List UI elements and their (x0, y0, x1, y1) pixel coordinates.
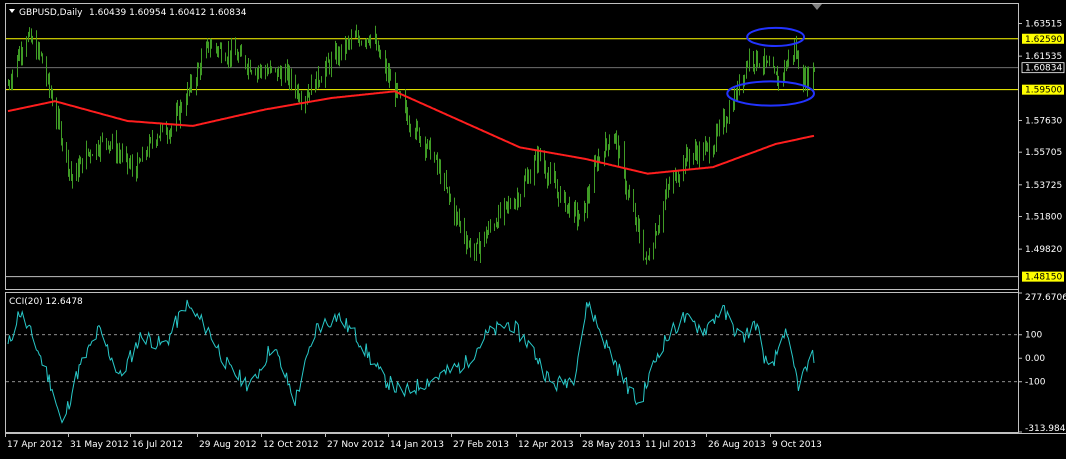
time-tick-label: 16 Jul 2012 (132, 440, 183, 450)
ohlc-values: 1.60439 1.60954 1.60412 1.60834 (89, 8, 247, 18)
price-tick-label: 1.57630 (1025, 116, 1062, 126)
cci-tick-label: -313.9847 (1025, 424, 1066, 434)
level-price-label: 1.48150 (1025, 273, 1062, 283)
time-tick-label: 17 Apr 2012 (7, 440, 63, 450)
time-tick-label: 14 Jan 2013 (390, 440, 444, 450)
current-price-label: 1.60834 (1025, 64, 1062, 74)
time-tick-label: 12 Oct 2012 (263, 440, 319, 450)
price-tick-label: 1.53725 (1025, 181, 1062, 191)
price-tick-label: 1.63515 (1025, 20, 1062, 30)
level-price-label: 1.59500 (1025, 86, 1062, 96)
cci-tick-label: 100 (1025, 331, 1042, 341)
price-tick-label: 1.49820 (1025, 245, 1062, 255)
time-tick-label: 12 Apr 2013 (518, 440, 574, 450)
time-tick-label: 9 Oct 2013 (772, 440, 822, 450)
cci-title: CCI(20) 12.6478 (9, 297, 83, 307)
symbol-title: GBPUSD,Daily (19, 8, 83, 18)
chart-canvas: 1.62590 1.59500 1.48150 1.60834 1.63515 1.61… (0, 0, 1066, 455)
cci-tick-label: -100 (1025, 378, 1046, 388)
chart-window: 1.62590 1.59500 1.48150 1.60834 1.63515 1.61… (0, 0, 1066, 455)
price-tick-label: 1.51800 (1025, 213, 1062, 223)
price-tick-label: 1.55705 (1025, 148, 1062, 158)
time-tick-label: 31 May 2012 (70, 440, 129, 450)
time-tick-label: 27 Feb 2013 (453, 440, 509, 450)
chart-background (0, 0, 1066, 455)
cci-tick-label: 277.6706 (1025, 293, 1066, 303)
level-price-label: 1.62590 (1025, 35, 1062, 45)
time-tick-label: 29 Aug 2012 (199, 440, 257, 450)
time-tick-label: 11 Jul 2013 (645, 440, 696, 450)
cci-tick-label: 0.00 (1025, 354, 1045, 364)
time-tick-label: 27 Nov 2012 (327, 440, 385, 450)
time-tick-label: 28 May 2013 (582, 440, 641, 450)
price-tick-label: 1.61535 (1025, 52, 1062, 62)
time-tick-label: 26 Aug 2013 (708, 440, 766, 450)
